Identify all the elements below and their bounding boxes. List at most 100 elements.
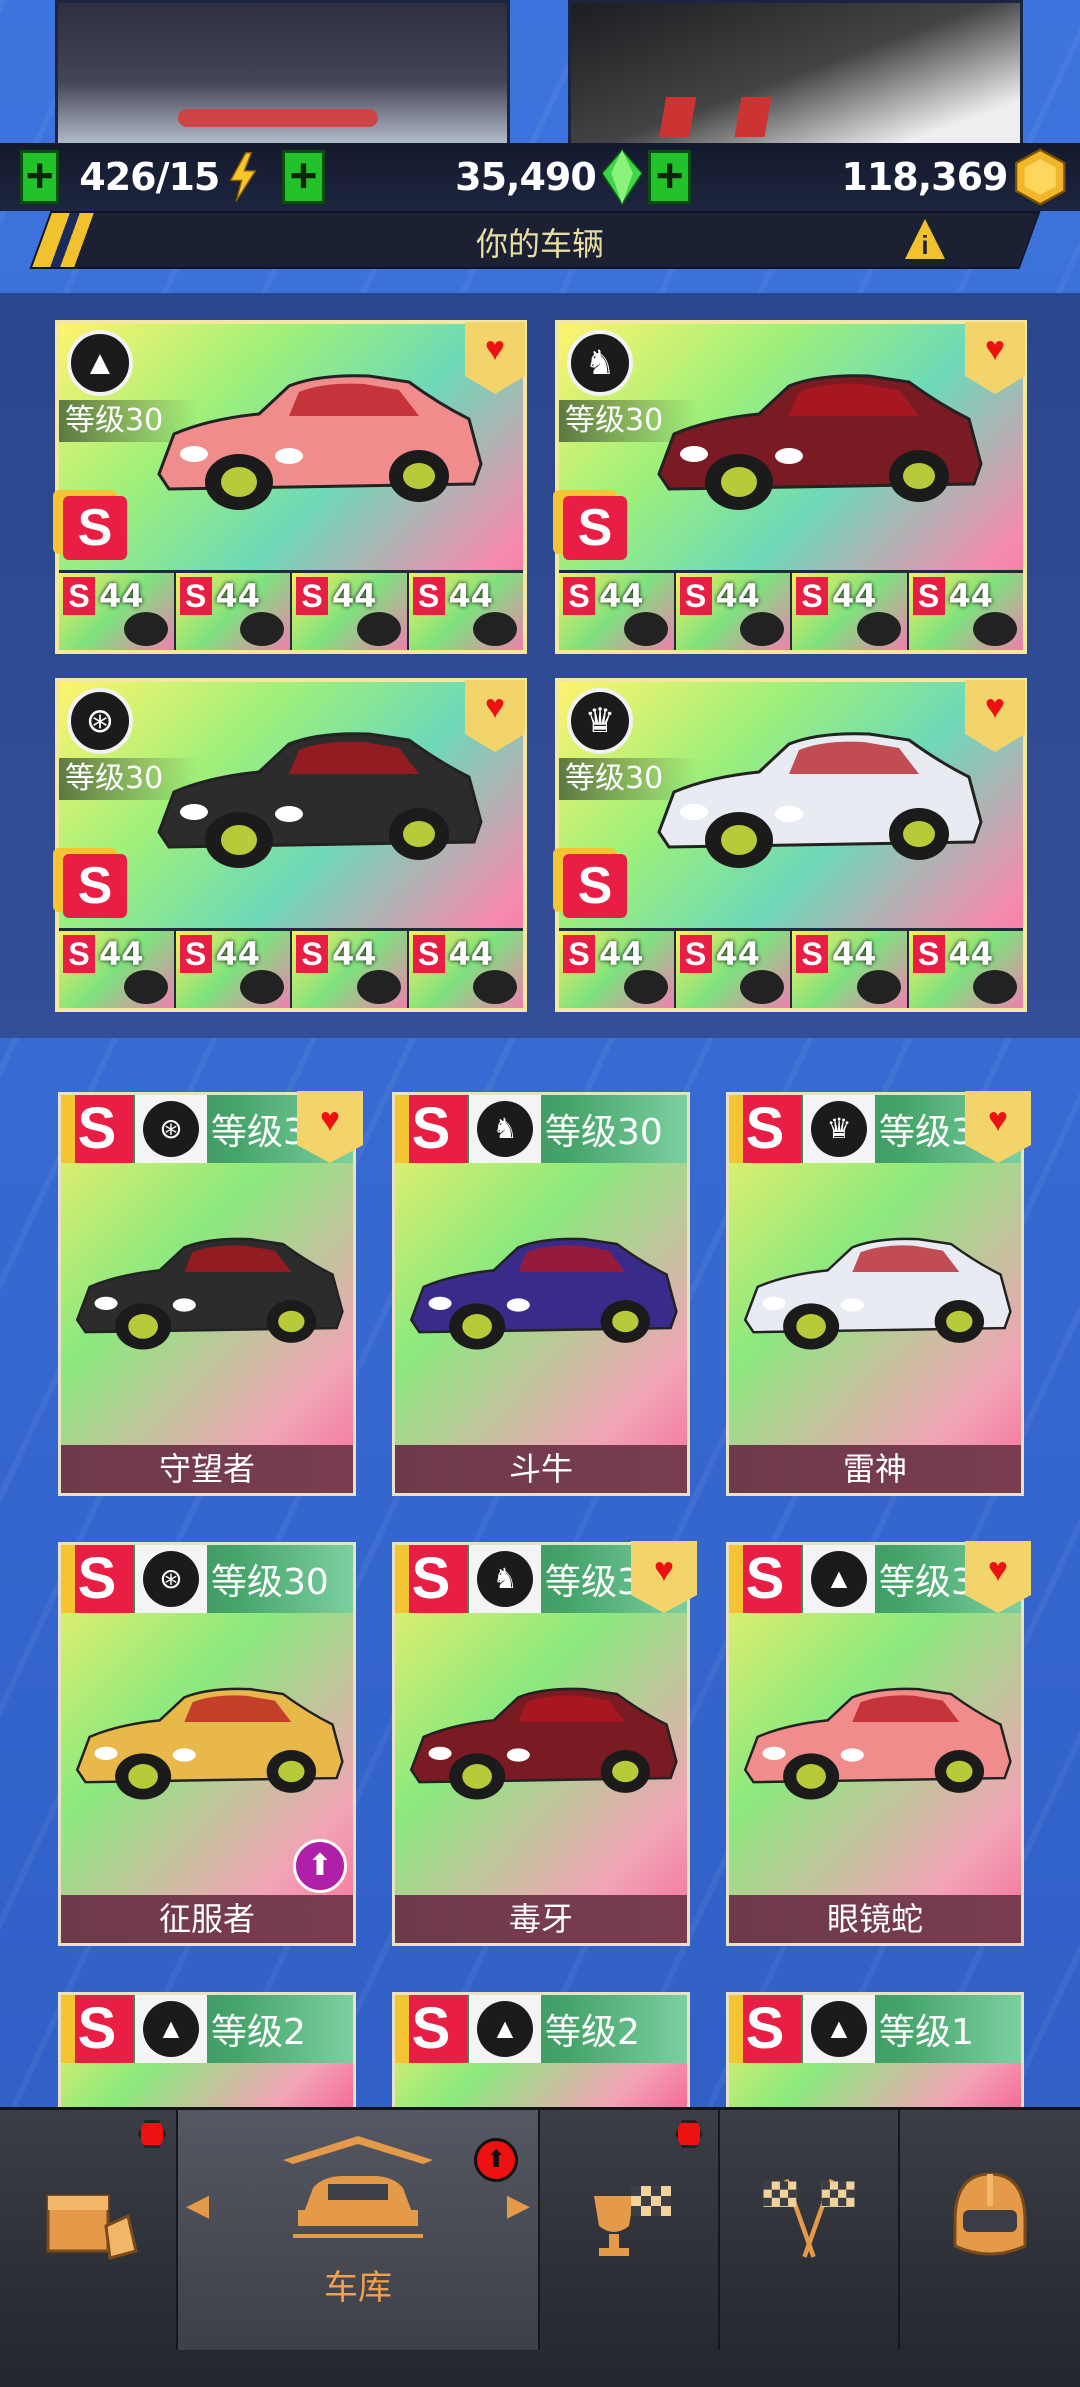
part-rank-badge: S <box>796 935 828 973</box>
upgrade-part-suspension: S 44 <box>792 573 909 650</box>
part-level: 44 <box>599 935 644 973</box>
rank-s-badge: S <box>61 1095 133 1163</box>
class-badge: ♞ <box>469 1545 541 1613</box>
part-level: 44 <box>948 935 994 973</box>
car-name: 守望者 <box>61 1445 353 1493</box>
gems-value: 35,490 <box>455 155 597 199</box>
part-level: 44 <box>948 577 994 615</box>
car-card[interactable]: S ♞ 等级3 ♥ 毒牙 <box>392 1541 697 1946</box>
road-icon: ▲ <box>477 2001 533 2057</box>
part-level: 44 <box>99 577 144 615</box>
road-icon: ▲ <box>67 330 133 396</box>
upgrade-part-turbo: S 44 <box>59 573 176 650</box>
gem-icon <box>601 148 642 206</box>
part-rank-badge: S <box>563 935 595 973</box>
upgrade-part-engine: S 44 <box>175 573 292 650</box>
favorite-car-card[interactable]: ♛ 等级30 ♥ S S 44 S 44 S 44 S 44 <box>555 678 1027 1012</box>
upgrade-part-tire: S 44 <box>408 931 523 1008</box>
favorite-car-card[interactable]: ⊛ 等级30 ♥ S S 44 S 44 S 44 S 44 <box>55 678 527 1012</box>
part-rank-badge: S <box>179 935 212 973</box>
car-level: 等级1 <box>879 2012 974 2053</box>
tire-icon <box>973 970 1017 1004</box>
turbo-icon <box>123 612 168 646</box>
part-level: 44 <box>448 935 494 973</box>
rank-s-badge: S <box>61 1545 133 1613</box>
favorite-car-card[interactable]: ▲ 等级30 ♥ S S 44 S 44 S 44 S 44 <box>55 320 527 654</box>
car-card[interactable]: S ▲ 等级3 ♥ 眼镜蛇 <box>726 1541 1031 1946</box>
crown-icon: ♛ <box>811 1101 867 1157</box>
part-level: 44 <box>832 935 877 973</box>
shop-icon <box>38 2166 138 2266</box>
resource-bar: + 426/15 + 35,490 + 118,369 <box>0 143 1080 211</box>
part-rank-badge: S <box>412 935 445 973</box>
car-card[interactable]: S ⊛ 等级30 征服者 ⬆ <box>58 1542 356 1946</box>
turbo-icon <box>623 970 668 1004</box>
car-image <box>403 1641 683 1841</box>
part-level: 44 <box>599 577 644 615</box>
upgrade-part-engine: S 44 <box>175 931 292 1008</box>
prev-arrow-icon[interactable]: ◀ <box>186 2188 209 2223</box>
car-card[interactable]: S ♞ 等级30 斗牛 <box>392 1092 690 1496</box>
road-icon: ▲ <box>811 2001 867 2057</box>
car-card[interactable]: S ▲ 等级1 <box>726 1992 1024 2110</box>
add-gems-button[interactable]: + <box>282 150 326 204</box>
favorite-car-card[interactable]: ♞ 等级30 ♥ S S 44 S 44 S 44 S 44 <box>555 320 1027 654</box>
banner-car-image[interactable] <box>568 0 1023 150</box>
class-badge: ▲ <box>803 1545 875 1613</box>
part-rank-badge: S <box>412 577 445 615</box>
part-rank-badge: S <box>296 577 328 615</box>
add-coins-button[interactable]: + <box>648 150 692 204</box>
part-rank-badge: S <box>679 935 712 973</box>
horse-icon: ♞ <box>477 1551 533 1607</box>
part-level: 44 <box>715 577 761 615</box>
nav-garage-label: 车库 <box>324 2268 392 2308</box>
garage-upgrade-badge: ⬆ <box>474 2138 518 2182</box>
car-image <box>149 722 489 872</box>
part-rank-badge: S <box>796 577 828 615</box>
part-level: 44 <box>832 577 877 615</box>
car-image <box>649 364 989 514</box>
nav-events[interactable] <box>540 2110 720 2350</box>
rank-s-badge: S <box>729 1545 801 1613</box>
add-energy-button[interactable]: + <box>20 150 60 204</box>
car-level: 等级3 <box>879 1562 974 1603</box>
rank-s-badge: S <box>729 1995 801 2063</box>
part-level: 44 <box>715 935 761 973</box>
upgrade-part-suspension: S 44 <box>792 931 909 1008</box>
nav-garage[interactable]: ◀ 车库 ▶ ⬆ <box>178 2110 540 2350</box>
next-arrow-icon[interactable]: ▶ <box>507 2188 530 2223</box>
checkered-flags-icon <box>759 2166 859 2266</box>
banner-parts-image[interactable] <box>55 0 510 150</box>
class-badge: ▲ <box>469 1995 541 2063</box>
upgrade-available-icon[interactable]: ⬆ <box>293 1839 347 1893</box>
nav-race[interactable] <box>720 2110 900 2350</box>
gems-resource: + 35,490 <box>282 148 642 206</box>
part-rank-badge: S <box>679 577 712 615</box>
events-alert-badge <box>675 2120 703 2148</box>
car-card[interactable]: S ▲ 等级2 <box>392 1992 690 2110</box>
coins-resource: + 118,369 <box>648 148 1068 206</box>
car-card[interactable]: S ♛ 等级3 ♥ 雷神 <box>726 1091 1031 1496</box>
nav-profile[interactable] <box>900 2110 1080 2350</box>
crown-icon: ♛ <box>567 688 633 754</box>
tire-icon <box>473 970 517 1004</box>
car-level: 等级3 <box>211 1112 306 1153</box>
car-name: 斗牛 <box>395 1445 687 1493</box>
part-rank-badge: S <box>63 935 95 973</box>
car-image <box>149 364 489 514</box>
car-image <box>69 1641 349 1841</box>
part-rank-badge: S <box>912 577 945 615</box>
rank-s-badge: S <box>395 1545 467 1613</box>
rank-s-badge: S <box>563 496 627 560</box>
rank-s-badge: S <box>395 1995 467 2063</box>
part-level: 44 <box>99 935 144 973</box>
upgrade-part-engine: S 44 <box>675 931 792 1008</box>
wheel-icon: ⊛ <box>143 1101 199 1157</box>
suspension-icon <box>856 612 901 646</box>
tire-icon <box>473 612 517 646</box>
car-card[interactable]: S ⊛ 等级3 ♥ 守望者 <box>58 1091 363 1496</box>
nav-shop[interactable] <box>0 2110 178 2350</box>
car-card[interactable]: S ▲ 等级2 <box>58 1992 356 2110</box>
coins-value: 118,369 <box>841 155 1008 199</box>
class-badge: ▲ <box>803 1995 875 2063</box>
